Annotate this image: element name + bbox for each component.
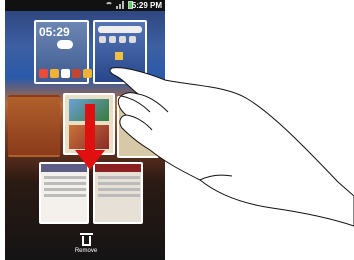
- hand-outline: [109, 67, 354, 227]
- hand-illustration: [109, 67, 354, 227]
